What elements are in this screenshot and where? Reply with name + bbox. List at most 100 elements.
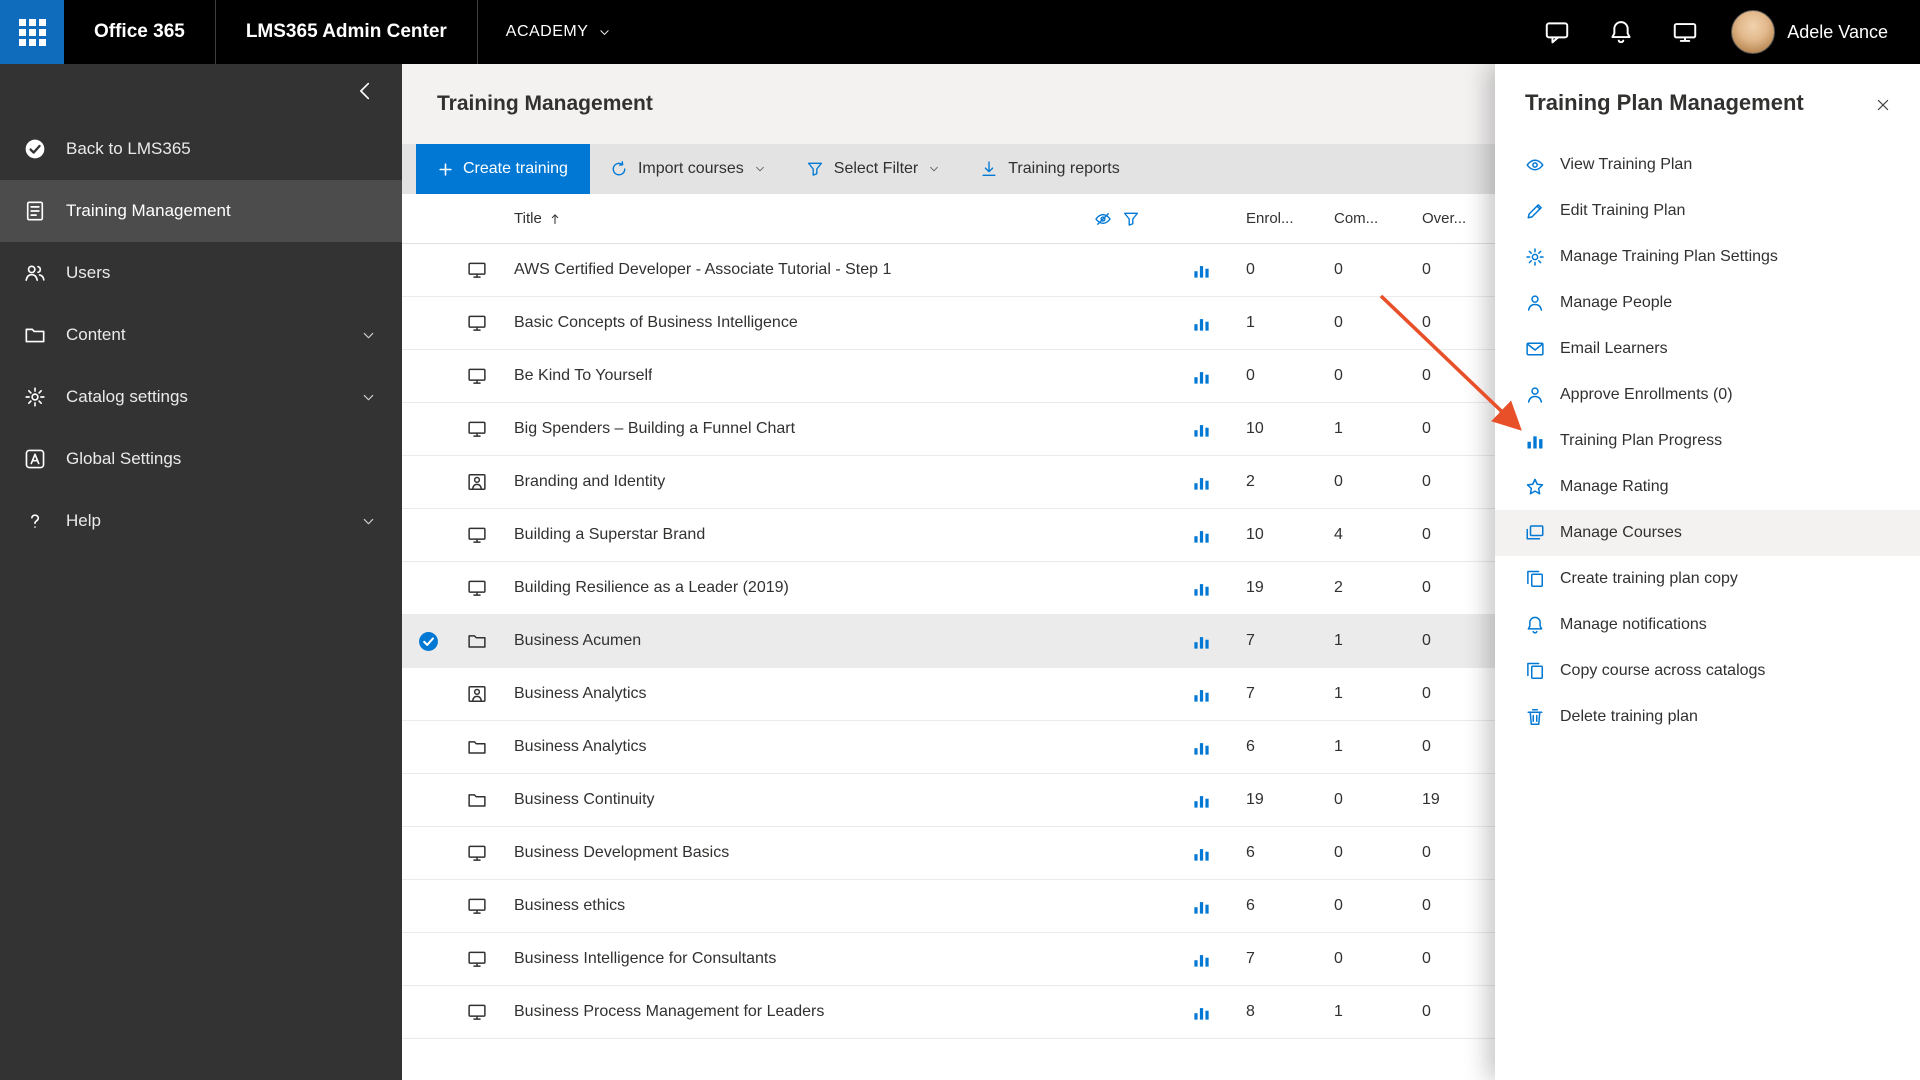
row-title[interactable]: Branding and Identity bbox=[514, 473, 665, 491]
row-title[interactable]: Be Kind To Yourself bbox=[514, 367, 652, 385]
progress-chart-icon[interactable] bbox=[1192, 579, 1211, 598]
catalog-name: ACADEMY bbox=[505, 23, 589, 40]
column-enrolled[interactable]: Enrol... bbox=[1232, 210, 1320, 227]
progress-chart-icon[interactable] bbox=[1192, 844, 1211, 863]
cell-overdue: 0 bbox=[1422, 261, 1431, 278]
panel-item-manage-rating[interactable]: Manage Rating bbox=[1495, 464, 1920, 510]
column-filter-icon[interactable] bbox=[1122, 210, 1140, 228]
sidebar-item-catalog-settings[interactable]: Catalog settings bbox=[0, 366, 402, 428]
bell-icon bbox=[1525, 615, 1545, 635]
panel-item-view-training-plan[interactable]: View Training Plan bbox=[1495, 142, 1920, 188]
cell-enrolled: 0 bbox=[1246, 261, 1255, 278]
cell-overdue: 0 bbox=[1422, 738, 1431, 755]
progress-chart-icon[interactable] bbox=[1192, 738, 1211, 757]
visibility-filter-icon[interactable] bbox=[1094, 210, 1112, 228]
feedback-button[interactable] bbox=[1653, 0, 1717, 64]
monitor-icon bbox=[467, 949, 487, 969]
row-select-cell[interactable] bbox=[402, 631, 454, 652]
close-panel-button[interactable] bbox=[1868, 90, 1898, 120]
avatar[interactable] bbox=[1731, 10, 1776, 54]
row-type-cell bbox=[454, 790, 500, 810]
sidebar-item-content[interactable]: Content bbox=[0, 304, 402, 366]
panel-item-manage-courses[interactable]: Manage Courses bbox=[1495, 510, 1920, 556]
user-name[interactable]: Adele Vance bbox=[1787, 0, 1888, 64]
monitor-icon bbox=[467, 578, 487, 598]
panel-item-manage-notifications[interactable]: Manage notifications bbox=[1495, 602, 1920, 648]
row-type-cell bbox=[454, 896, 500, 916]
row-title[interactable]: Business Development Basics bbox=[514, 844, 729, 862]
create-training-label: Create training bbox=[463, 160, 568, 177]
import-courses-button[interactable]: Import courses bbox=[590, 144, 786, 194]
panel-item-email-learners[interactable]: Email Learners bbox=[1495, 326, 1920, 372]
row-title[interactable]: AWS Certified Developer - Associate Tuto… bbox=[514, 261, 891, 279]
row-title[interactable]: Business Analytics bbox=[514, 738, 647, 756]
progress-chart-icon[interactable] bbox=[1192, 367, 1211, 386]
catalog-selector[interactable]: ACADEMY bbox=[478, 0, 640, 64]
column-title[interactable]: Title bbox=[514, 210, 562, 227]
row-title[interactable]: Building Resilience as a Leader (2019) bbox=[514, 579, 789, 597]
cell-overdue: 0 bbox=[1422, 314, 1431, 331]
panel-item-label: Manage Courses bbox=[1560, 524, 1682, 541]
row-title[interactable]: Basic Concepts of Business Intelligence bbox=[514, 314, 798, 332]
panel-item-label: Training Plan Progress bbox=[1560, 432, 1723, 449]
row-title[interactable]: Business ethics bbox=[514, 897, 625, 915]
sidebar-item-users[interactable]: Users bbox=[0, 242, 402, 304]
help-icon bbox=[24, 510, 46, 532]
panel-item-manage-people[interactable]: Manage People bbox=[1495, 280, 1920, 326]
sidebar-item-global-settings[interactable]: Global Settings bbox=[0, 428, 402, 490]
app-launcher-button[interactable] bbox=[0, 0, 64, 64]
progress-chart-icon[interactable] bbox=[1192, 897, 1211, 916]
progress-chart-icon[interactable] bbox=[1192, 791, 1211, 810]
column-overdue[interactable]: Over... bbox=[1408, 210, 1496, 227]
panel-item-delete-training-plan[interactable]: Delete training plan bbox=[1495, 694, 1920, 740]
collapse-sidebar-icon[interactable] bbox=[354, 80, 376, 102]
cell-enrolled: 6 bbox=[1246, 897, 1255, 914]
row-title[interactable]: Business Intelligence for Consultants bbox=[514, 950, 776, 968]
progress-chart-icon[interactable] bbox=[1192, 314, 1211, 333]
gear-icon bbox=[1525, 247, 1545, 267]
column-completed[interactable]: Com... bbox=[1320, 210, 1408, 227]
row-title[interactable]: Business Analytics bbox=[514, 685, 647, 703]
panel-item-create-training-plan-copy[interactable]: Create training plan copy bbox=[1495, 556, 1920, 602]
sidebar-item-help[interactable]: Help bbox=[0, 490, 402, 552]
office365-brand[interactable]: Office 365 bbox=[64, 0, 215, 64]
progress-chart-icon[interactable] bbox=[1192, 1003, 1211, 1022]
panel-item-training-plan-progress[interactable]: Training Plan Progress bbox=[1495, 418, 1920, 464]
create-training-button[interactable]: Create training bbox=[416, 144, 590, 194]
row-type-cell bbox=[454, 843, 500, 863]
selected-check-icon bbox=[418, 631, 439, 652]
progress-chart-icon[interactable] bbox=[1192, 632, 1211, 651]
sidebar-item-training-management[interactable]: Training Management bbox=[0, 180, 402, 242]
progress-chart-icon[interactable] bbox=[1192, 261, 1211, 280]
panel-item-manage-training-plan-settings[interactable]: Manage Training Plan Settings bbox=[1495, 234, 1920, 280]
select-filter-button[interactable]: Select Filter bbox=[786, 144, 960, 194]
panel-title: Training Plan Management bbox=[1525, 90, 1804, 115]
row-title[interactable]: Big Spenders – Building a Funnel Chart bbox=[514, 420, 795, 438]
chat-button[interactable] bbox=[1525, 0, 1589, 64]
cell-overdue: 0 bbox=[1422, 632, 1431, 649]
panel-item-copy-course-across-catalogs[interactable]: Copy course across catalogs bbox=[1495, 648, 1920, 694]
filter-icon bbox=[806, 160, 824, 178]
progress-chart-icon[interactable] bbox=[1192, 473, 1211, 492]
row-title[interactable]: Business Acumen bbox=[514, 632, 641, 650]
monitor-icon bbox=[467, 525, 487, 545]
notifications-button[interactable] bbox=[1589, 0, 1653, 64]
row-type-cell bbox=[454, 1002, 500, 1022]
training-reports-button[interactable]: Training reports bbox=[960, 144, 1139, 194]
cell-overdue: 0 bbox=[1422, 526, 1431, 543]
row-title[interactable]: Business Process Management for Leaders bbox=[514, 1003, 824, 1021]
sidebar-item-label: Training Management bbox=[66, 201, 231, 220]
cell-enrolled: 7 bbox=[1246, 685, 1255, 702]
panel-item-approve-enrollments-0[interactable]: Approve Enrollments (0) bbox=[1495, 372, 1920, 418]
progress-chart-icon[interactable] bbox=[1192, 685, 1211, 704]
panel-item-edit-training-plan[interactable]: Edit Training Plan bbox=[1495, 188, 1920, 234]
progress-chart-icon[interactable] bbox=[1192, 950, 1211, 969]
chevron-down-icon bbox=[361, 514, 376, 529]
row-title[interactable]: Building a Superstar Brand bbox=[514, 526, 705, 544]
sidebar-item-back-to-lms365[interactable]: Back to LMS365 bbox=[0, 118, 402, 180]
progress-chart-icon[interactable] bbox=[1192, 420, 1211, 439]
cell-enrolled: 0 bbox=[1246, 367, 1255, 384]
row-title[interactable]: Business Continuity bbox=[514, 791, 655, 809]
progress-chart-icon[interactable] bbox=[1192, 526, 1211, 545]
